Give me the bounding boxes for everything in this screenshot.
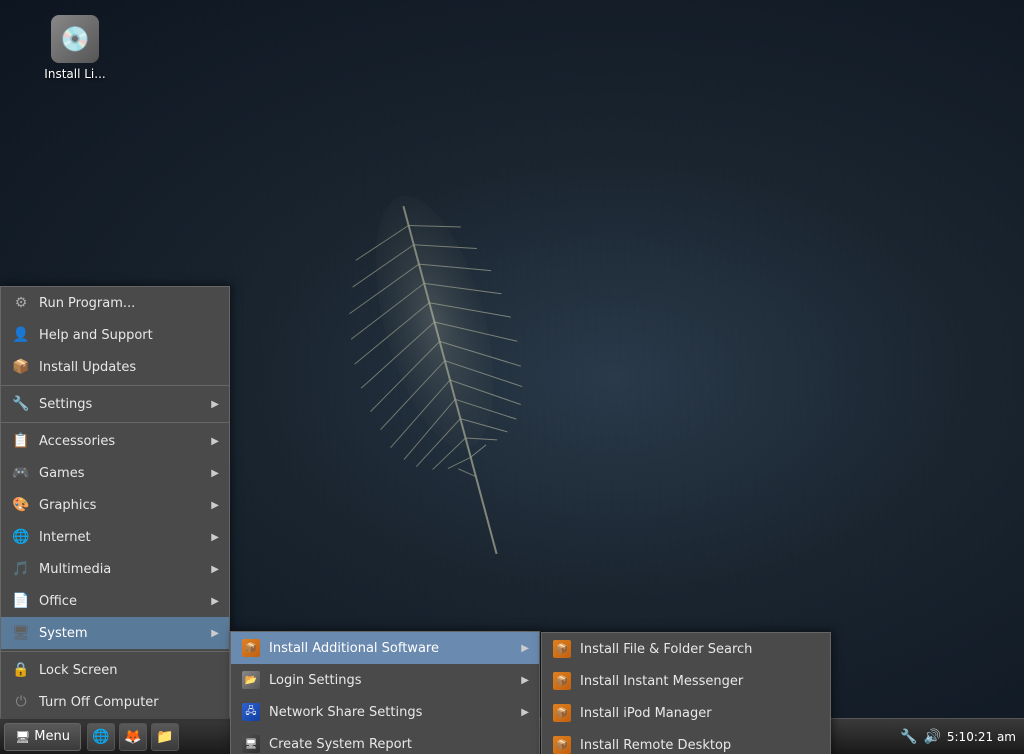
menu-item-graphics-label: Graphics xyxy=(39,498,96,513)
browser-icon: 🦊 xyxy=(124,729,141,745)
submenu-item-network-share[interactable]: 🖧 Network Share Settings ▶ xyxy=(231,696,539,728)
login-settings-arrow: ▶ xyxy=(521,675,529,686)
system-icon: 🖥 xyxy=(11,623,31,643)
menu-item-multimedia-label: Multimedia xyxy=(39,562,111,577)
submenu-item-network-share-label: Network Share Settings xyxy=(269,705,422,720)
menu-item-settings-label: Settings xyxy=(39,397,92,412)
menu-item-lock-label: Lock Screen xyxy=(39,663,117,678)
taskbar-icon-files[interactable]: 📁 xyxy=(151,723,179,751)
submenu-item-login-settings[interactable]: 📂 Login Settings ▶ xyxy=(231,664,539,696)
system-arrow: ▶ xyxy=(211,628,219,639)
menu-item-run[interactable]: ⚙ Run Program... xyxy=(1,287,229,319)
ipod-manager-icon: 📦 xyxy=(552,703,572,723)
taskbar-menu-icon: 🖥 xyxy=(15,730,30,744)
network-icon: 🌐 xyxy=(92,729,109,745)
multimedia-arrow: ▶ xyxy=(211,564,219,575)
network-share-icon: 🖧 xyxy=(241,702,261,722)
menu-item-internet[interactable]: 🌐 Internet ▶ xyxy=(1,521,229,553)
power-icon: ⏻ xyxy=(11,692,31,712)
files-icon: 📁 xyxy=(156,729,173,745)
separator-2 xyxy=(1,422,229,423)
submenu2-ipod-manager[interactable]: 📦 Install iPod Manager xyxy=(542,697,830,729)
taskbar-volume-icon[interactable]: 🔊 xyxy=(923,729,940,745)
menu-item-internet-label: Internet xyxy=(39,530,91,545)
menu-item-turnoff[interactable]: ⏻ Turn Off Computer xyxy=(1,686,229,718)
install-additional-icon: 📦 xyxy=(241,638,261,658)
menu-item-help[interactable]: 👤 Help and Support xyxy=(1,319,229,351)
desktop-icon-image: 💿 xyxy=(51,15,99,63)
menu-item-turnoff-label: Turn Off Computer xyxy=(39,695,159,710)
menu-item-office[interactable]: 📄 Office ▶ xyxy=(1,585,229,617)
multimedia-icon: 🎵 xyxy=(11,559,31,579)
taskbar-menu-label: Menu xyxy=(34,729,70,744)
menu-item-games[interactable]: 🎮 Games ▶ xyxy=(1,457,229,489)
desktop-icon-install[interactable]: 💿 Install Li... xyxy=(35,15,115,81)
office-arrow: ▶ xyxy=(211,596,219,607)
taskbar-menu-button[interactable]: 🖥 Menu xyxy=(4,723,81,751)
desktop: 💿 Install Li... ⚙ Run Program... 👤 Help … xyxy=(0,0,1024,754)
submenu2-file-search[interactable]: 📦 Install File & Folder Search xyxy=(542,633,830,665)
help-icon: 👤 xyxy=(11,325,31,345)
office-icon: 📄 xyxy=(11,591,31,611)
menu-item-games-label: Games xyxy=(39,466,84,481)
menu-item-settings[interactable]: 🔧 Settings ▶ xyxy=(1,388,229,420)
settings-arrow: ▶ xyxy=(211,399,219,410)
separator-1 xyxy=(1,385,229,386)
games-arrow: ▶ xyxy=(211,468,219,479)
system-submenu: 📦 Install Additional Software ▶ 📦 Instal… xyxy=(230,631,540,754)
instant-messenger-icon: 📦 xyxy=(552,671,572,691)
start-menu: ⚙ Run Program... 👤 Help and Support 📦 In… xyxy=(0,286,230,718)
taskbar-time: 5:10:21 am xyxy=(947,730,1016,744)
menu-item-help-label: Help and Support xyxy=(39,328,153,343)
menu-item-updates-label: Install Updates xyxy=(39,360,136,375)
games-icon: 🎮 xyxy=(11,463,31,483)
submenu-item-create-report-label: Create System Report xyxy=(269,737,412,752)
taskbar-tool-icon[interactable]: 🔧 xyxy=(900,729,917,745)
updates-icon: 📦 xyxy=(11,357,31,377)
submenu2-remote-desktop[interactable]: 📦 Install Remote Desktop xyxy=(542,729,830,754)
submenu2-remote-desktop-label: Install Remote Desktop xyxy=(580,738,731,753)
network-share-arrow: ▶ xyxy=(521,707,529,718)
internet-icon: 🌐 xyxy=(11,527,31,547)
taskbar-right: 🔧 🔊 5:10:21 am xyxy=(900,729,1024,745)
submenu-item-install-additional[interactable]: 📦 Install Additional Software ▶ 📦 Instal… xyxy=(231,632,539,664)
feather-decoration xyxy=(300,180,600,580)
file-search-icon: 📦 xyxy=(552,639,572,659)
menu-item-updates[interactable]: 📦 Install Updates xyxy=(1,351,229,383)
submenu-item-create-report[interactable]: 🖥 Create System Report xyxy=(231,728,539,754)
install-submenu: 📦 Install File & Folder Search 📦 Install… xyxy=(541,632,831,754)
submenu-item-install-additional-label: Install Additional Software xyxy=(269,641,439,656)
menu-item-graphics[interactable]: 🎨 Graphics ▶ xyxy=(1,489,229,521)
menu-item-system[interactable]: 🖥 System ▶ 📦 Install Additional Software… xyxy=(1,617,229,649)
menu-item-multimedia[interactable]: 🎵 Multimedia ▶ xyxy=(1,553,229,585)
graphics-icon: 🎨 xyxy=(11,495,31,515)
internet-arrow: ▶ xyxy=(211,532,219,543)
submenu2-ipod-manager-label: Install iPod Manager xyxy=(580,706,712,721)
create-report-icon: 🖥 xyxy=(241,734,261,754)
menu-item-office-label: Office xyxy=(39,594,77,609)
menu-item-system-label: System xyxy=(39,626,87,641)
taskbar-icon-browser[interactable]: 🦊 xyxy=(119,723,147,751)
login-settings-icon: 📂 xyxy=(241,670,261,690)
submenu2-instant-messenger-label: Install Instant Messenger xyxy=(580,674,743,689)
install-additional-arrow: ▶ xyxy=(521,643,529,654)
submenu-item-login-settings-label: Login Settings xyxy=(269,673,362,688)
menu-item-lock[interactable]: 🔒 Lock Screen xyxy=(1,654,229,686)
accessories-arrow: ▶ xyxy=(211,436,219,447)
submenu2-instant-messenger[interactable]: 📦 Install Instant Messenger xyxy=(542,665,830,697)
lock-icon: 🔒 xyxy=(11,660,31,680)
separator-3 xyxy=(1,651,229,652)
menu-item-accessories[interactable]: 📋 Accessories ▶ xyxy=(1,425,229,457)
taskbar-icon-network[interactable]: 🌐 xyxy=(87,723,115,751)
graphics-arrow: ▶ xyxy=(211,500,219,511)
desktop-icon-label: Install Li... xyxy=(44,67,105,81)
run-icon: ⚙ xyxy=(11,293,31,313)
menu-item-accessories-label: Accessories xyxy=(39,434,115,449)
remote-desktop-icon: 📦 xyxy=(552,735,572,754)
settings-icon: 🔧 xyxy=(11,394,31,414)
accessories-icon: 📋 xyxy=(11,431,31,451)
submenu2-file-search-label: Install File & Folder Search xyxy=(580,642,752,657)
menu-item-run-label: Run Program... xyxy=(39,296,135,311)
